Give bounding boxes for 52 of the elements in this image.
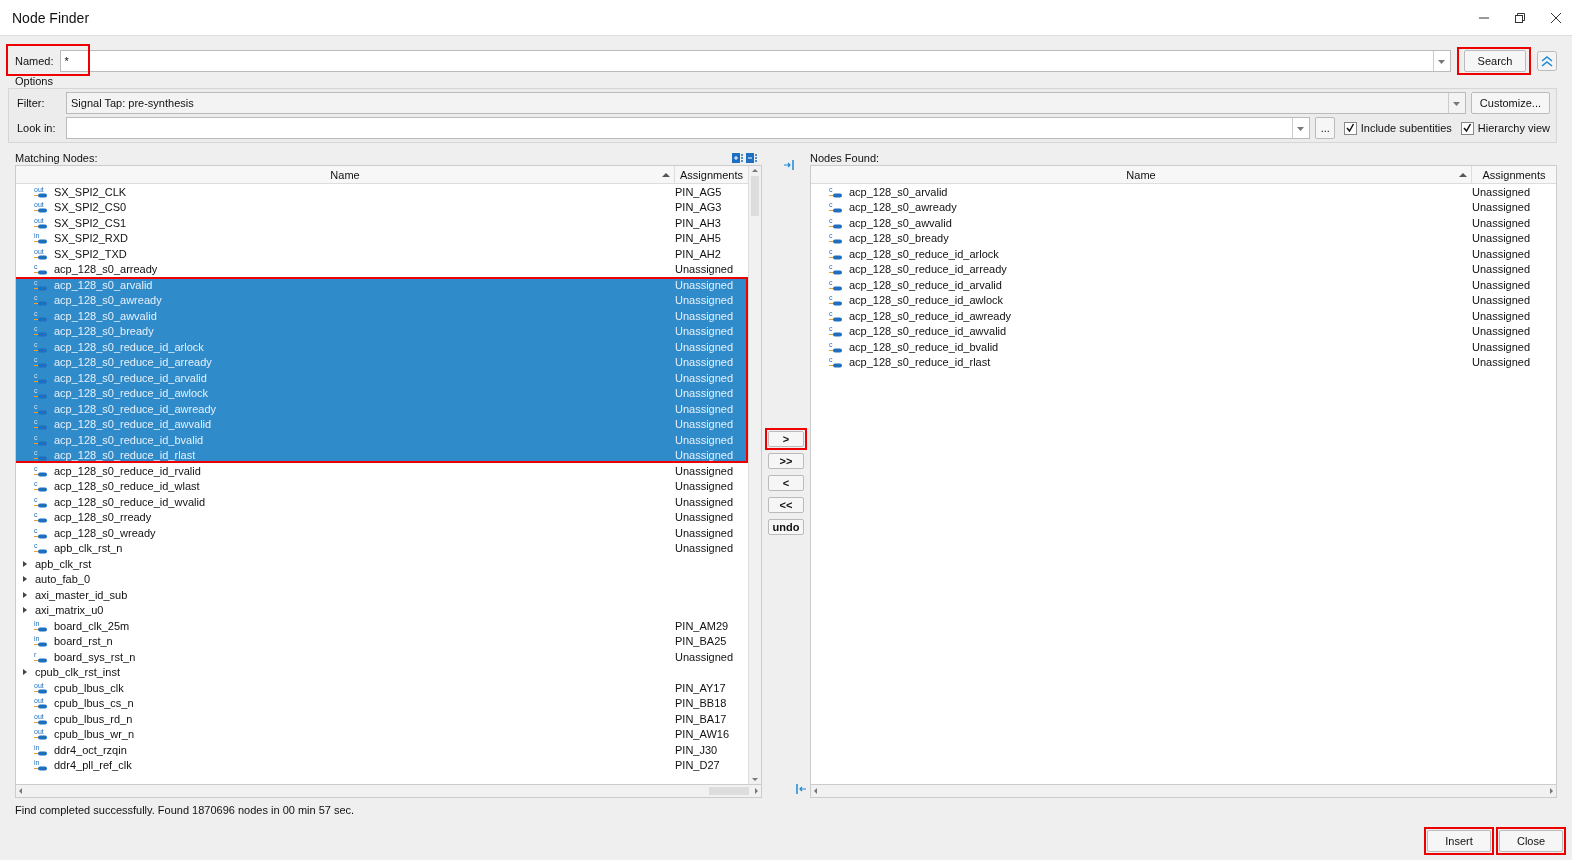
- restore-icon[interactable]: [1514, 11, 1526, 24]
- collapse-icon[interactable]: [1537, 51, 1557, 71]
- expand-arrow-icon[interactable]: [22, 668, 28, 677]
- options-label: Options: [15, 75, 54, 87]
- dialog-button[interactable]: Close: [1499, 830, 1563, 852]
- node-row[interactable]: auto_fab_0: [16, 571, 748, 587]
- expand-all-icon[interactable]: [732, 153, 744, 163]
- named-label: Named:: [15, 55, 54, 67]
- nodes-found-label: Nodes Found:: [810, 152, 880, 164]
- expand-arrow-icon[interactable]: [22, 590, 28, 599]
- named-field[interactable]: *: [59, 50, 1451, 72]
- status-message: Find completed successfully. Found 1870696 nodes in 00 min 57 sec.: [15, 804, 356, 818]
- expand-arrow-icon[interactable]: [22, 606, 28, 615]
- scroll-up-icon[interactable]: [750, 166, 760, 174]
- node-row[interactable]: axi_master_id_sub: [16, 587, 748, 603]
- column-header[interactable]: Assignments: [675, 166, 748, 183]
- collapse-all-icon[interactable]: [746, 153, 758, 163]
- customize-button[interactable]: Customize...: [1470, 92, 1550, 114]
- transfer-button[interactable]: >: [768, 431, 804, 447]
- window-title: Node Finder: [12, 9, 90, 26]
- sort-arrow-icon: [662, 172, 670, 178]
- checkbox-label: Hierarchy view: [1477, 122, 1550, 134]
- scrollbar[interactable]: [748, 166, 761, 784]
- scrollbar[interactable]: [810, 785, 1557, 798]
- checkbox[interactable]: [1460, 121, 1474, 135]
- filter-dropdown[interactable]: Signal Tap: pre-synthesis: [66, 92, 1466, 114]
- node-row[interactable]: axi_matrix_u0: [16, 602, 748, 618]
- column-header[interactable]: Name: [16, 166, 675, 183]
- matching-nodes-label: Matching Nodes:: [15, 152, 98, 164]
- scrollbar[interactable]: [15, 785, 762, 798]
- expand-arrow-icon[interactable]: [22, 575, 28, 584]
- node-row[interactable]: cpub_clk_rst_inst: [16, 664, 748, 680]
- filter-label: Filter:: [17, 97, 46, 109]
- transfer-button[interactable]: >>: [768, 453, 804, 469]
- column-header[interactable]: Assignments: [1472, 166, 1556, 183]
- transfer-button[interactable]: undo: [768, 519, 804, 535]
- checkbox[interactable]: [1343, 121, 1357, 135]
- node-row[interactable]: apb_clk_rst: [16, 556, 748, 572]
- expand-arrow-icon[interactable]: [22, 559, 28, 568]
- column-header[interactable]: Name: [811, 166, 1472, 183]
- look-in-field[interactable]: [66, 117, 1310, 139]
- arrow-from-bar-icon[interactable]: [796, 784, 806, 794]
- look-in-label: Look in:: [17, 122, 57, 134]
- transfer-button[interactable]: <<: [768, 497, 804, 513]
- arrow-to-bar-icon[interactable]: [784, 160, 794, 170]
- sort-arrow-icon: [1459, 172, 1467, 178]
- close-icon[interactable]: [1550, 11, 1562, 24]
- transfer-button[interactable]: <: [768, 475, 804, 491]
- checkbox-label: Include subentities: [1360, 122, 1452, 134]
- dialog-button[interactable]: Insert: [1427, 830, 1491, 852]
- browse-button[interactable]: ...: [1314, 117, 1335, 139]
- search-button[interactable]: Search: [1464, 50, 1526, 72]
